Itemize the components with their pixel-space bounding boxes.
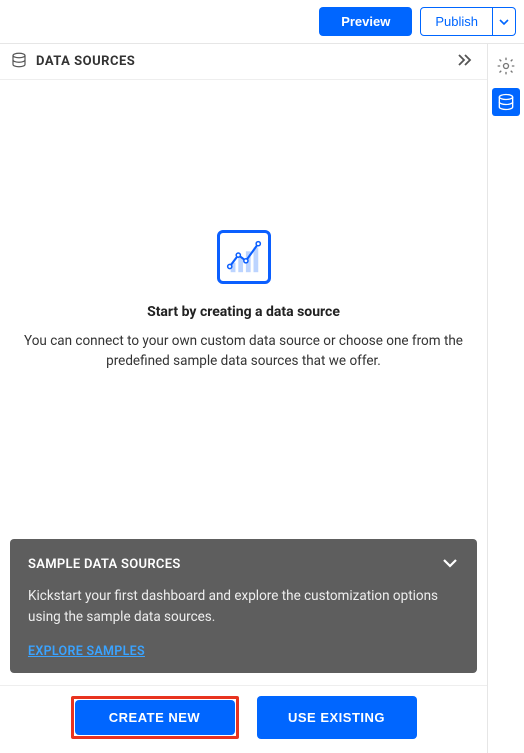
collapse-panel-button[interactable] [453, 53, 477, 71]
panel-header: DATA SOURCES [0, 44, 487, 80]
chevron-down-icon [441, 556, 459, 570]
create-new-button[interactable]: CREATE NEW [75, 700, 235, 735]
top-toolbar: Preview Publish [0, 0, 524, 44]
action-bar: CREATE NEW USE EXISTING [0, 685, 487, 753]
preview-button[interactable]: Preview [319, 7, 412, 36]
panel-title: DATA SOURCES [36, 54, 445, 69]
sample-card-toggle[interactable] [441, 555, 459, 574]
sample-data-sources-card: SAMPLE DATA SOURCES Kickstart your first… [10, 539, 477, 673]
settings-rail-button[interactable] [492, 52, 520, 80]
chevron-double-right-icon [457, 53, 473, 67]
chart-icon [217, 230, 271, 284]
create-new-highlight: CREATE NEW [71, 696, 239, 739]
explore-samples-link[interactable]: EXPLORE SAMPLES [28, 644, 145, 659]
publish-split-button: Publish [420, 7, 516, 36]
data-source-icon [10, 51, 28, 73]
database-icon [496, 92, 516, 112]
publish-button[interactable]: Publish [420, 7, 493, 36]
gear-icon [496, 56, 516, 76]
sample-card-description: Kickstart your first dashboard and explo… [28, 586, 459, 628]
publish-dropdown-button[interactable] [493, 7, 516, 36]
right-rail [488, 44, 524, 753]
caret-down-icon [499, 17, 509, 27]
empty-state-description: You can connect to your own custom data … [20, 332, 467, 371]
empty-state-title: Start by creating a data source [147, 304, 340, 320]
data-sources-panel: DATA SOURCES [0, 44, 488, 753]
empty-state: Start by creating a data source You can … [0, 80, 487, 539]
use-existing-button[interactable]: USE EXISTING [257, 696, 417, 739]
data-sources-rail-button[interactable] [492, 88, 520, 116]
sample-card-title: SAMPLE DATA SOURCES [28, 557, 181, 572]
